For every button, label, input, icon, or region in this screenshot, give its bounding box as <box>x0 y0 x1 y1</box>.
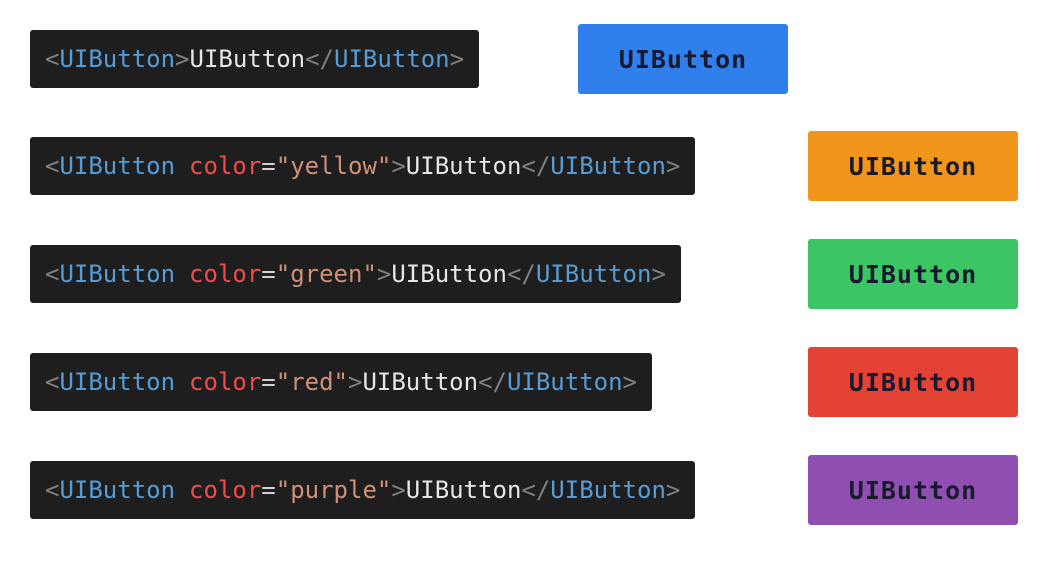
code-attr-eq: = <box>261 152 276 180</box>
code-close-tag-name: UIButton <box>535 260 652 288</box>
code-snippet-purple: < UIButton color = "purple" > UIButton </UIButt… <box>30 461 696 519</box>
code-content: UIButton <box>405 476 522 504</box>
code-attr-name: color <box>189 152 262 180</box>
code-close-tag-name: UIButton <box>506 368 623 396</box>
code-tag-name: UIButton <box>59 476 176 504</box>
code-close-lt: </ <box>521 476 551 504</box>
code-content: UIButton <box>362 368 479 396</box>
uibutton-purple[interactable]: UIButton <box>808 455 1018 525</box>
code-tag-name: UIButton <box>59 260 176 288</box>
code-open-lt: < <box>45 152 60 180</box>
code-close-tag-name: UIButton <box>550 152 666 180</box>
code-close-gt: > <box>449 45 465 73</box>
code-close-gt: > <box>651 260 666 288</box>
code-attr-eq: = <box>261 476 276 504</box>
code-open-lt: < <box>45 368 60 396</box>
code-close-tag-name: UIButton <box>550 476 666 504</box>
uibutton-yellow[interactable]: UIButton <box>808 131 1018 201</box>
code-open-gt: > <box>175 45 190 73</box>
uibutton-red[interactable]: UIButton <box>808 347 1018 417</box>
code-snippet-green: < UIButton color = "green" > UIButton </UIButto… <box>30 245 681 303</box>
code-close-lt: </ <box>521 152 551 180</box>
code-close-gt: > <box>665 152 681 180</box>
code-content: UIButton <box>405 152 522 180</box>
code-content: UIButton <box>391 260 507 288</box>
code-close-lt: </ <box>305 45 334 73</box>
code-close-lt: </ <box>478 368 507 396</box>
code-close-lt: </ <box>506 260 536 288</box>
code-tag-name: UIButton <box>59 152 176 180</box>
code-close-gt: > <box>622 368 637 396</box>
code-tag-name: UIButton <box>59 368 176 396</box>
code-attr-eq: = <box>261 368 276 396</box>
code-attr-eq: = <box>261 260 276 288</box>
code-open-gt: > <box>376 260 392 288</box>
code-attr-value: "yellow" <box>275 152 392 180</box>
code-open-gt: > <box>391 152 406 180</box>
code-close-gt: > <box>665 476 681 504</box>
code-attr-name: color <box>189 260 262 288</box>
code-attr-name: color <box>189 368 262 396</box>
code-open-lt: < <box>45 45 60 73</box>
uibutton-default[interactable]: UIButton <box>578 24 788 94</box>
code-snippet-default: < UIButton > UIButton </UIButton > <box>30 30 480 88</box>
code-close-tag-name: UIButton <box>334 45 450 73</box>
code-open-lt: < <box>45 476 60 504</box>
code-open-gt: > <box>348 368 363 396</box>
uibutton-green[interactable]: UIButton <box>808 239 1018 309</box>
code-attr-value: "green" <box>275 260 377 288</box>
code-tag-name: UIButton <box>59 45 176 73</box>
examples-stage: < UIButton > UIButton </UIButton > UIButton <… <box>0 0 1047 565</box>
code-open-lt: < <box>45 260 60 288</box>
code-snippet-red: < UIButton color = "red" > UIButton </UIButton > <box>30 353 652 411</box>
code-snippet-yellow: < UIButton color = "yellow" > UIButton </UIButt… <box>30 137 696 195</box>
code-attr-value: "red" <box>275 368 348 396</box>
code-attr-name: color <box>189 476 262 504</box>
code-open-gt: > <box>391 476 406 504</box>
code-content: UIButton <box>189 45 306 73</box>
code-attr-value: "purple" <box>275 476 392 504</box>
